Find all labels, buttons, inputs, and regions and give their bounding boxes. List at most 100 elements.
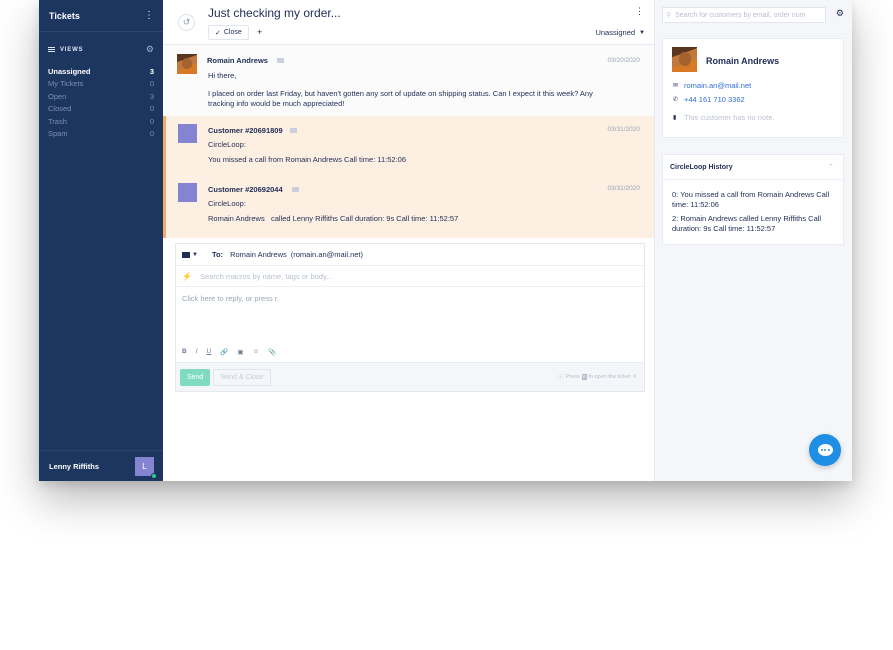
online-status-icon	[151, 472, 157, 479]
views-list: Unassigned 3 My Tickets 0 Open 3 Closed …	[39, 65, 163, 140]
customer-note[interactable]: This customer has no note.	[684, 113, 774, 122]
ticket-menu-icon[interactable]: ⋮	[635, 6, 644, 17]
email-source-icon	[277, 58, 284, 63]
image-icon[interactable]: ▣	[237, 348, 243, 356]
send-button[interactable]: Send	[180, 369, 210, 386]
add-tag-button[interactable]: +	[257, 27, 262, 37]
view-label: Spam	[48, 129, 68, 139]
message-body: I placed on order last Friday, but haven…	[208, 89, 593, 108]
hint-key: o	[581, 374, 587, 380]
list-icon	[48, 46, 55, 53]
view-count: 0	[149, 116, 154, 126]
view-label: Open	[48, 91, 67, 101]
reply-actions: Send Send & Close ⓘ Press o to open the …	[176, 362, 644, 391]
views-settings-icon[interactable]: ⚙	[146, 44, 154, 55]
underline-icon[interactable]: U	[207, 348, 212, 356]
recipient-email[interactable]: (romain.an@mail.net)	[291, 250, 363, 259]
recipient-row: ▼ To: Romain Andrews (romain.an@mail.net…	[176, 244, 644, 266]
customer-search-input[interactable]: ⚲ Search for customers by email, order n…	[662, 7, 826, 23]
envelope-icon	[182, 251, 190, 258]
message-greeting: Hi there,	[208, 71, 237, 80]
view-item-my-tickets[interactable]: My Tickets 0	[39, 78, 163, 91]
agent-footer: Lenny Riffiths L	[39, 450, 163, 481]
formatting-toolbar: B I U 🔗 ▣ ☺ 📎	[182, 348, 276, 356]
phone-source-icon	[290, 128, 297, 133]
view-count: 3	[149, 91, 154, 101]
customer-phone[interactable]: +44 161 710 3362	[684, 95, 745, 104]
history-item: 0: You missed a call from Romain Andrews…	[672, 190, 830, 209]
view-item-spam[interactable]: Spam 0	[39, 128, 163, 141]
italic-icon[interactable]: I	[196, 348, 198, 356]
panel-settings-icon[interactable]: ⚙	[836, 8, 844, 19]
view-item-trash[interactable]: Trash 0	[39, 115, 163, 128]
customer-card: Romain Andrews ✉ romain.an@mail.net ✆ +4…	[662, 38, 844, 138]
link-icon[interactable]: 🔗	[220, 348, 228, 356]
chat-icon[interactable]	[809, 434, 841, 466]
view-label: Trash	[48, 116, 67, 126]
message-author[interactable]: Customer #20692044	[208, 185, 283, 194]
views-header: VIEWS ⚙	[39, 44, 163, 55]
assignee-dropdown[interactable]: Unassigned ▼	[595, 28, 645, 37]
customer-email-row: ✉ romain.an@mail.net	[673, 81, 751, 90]
hint-suffix: to open the ticket	[588, 374, 631, 380]
macro-search[interactable]: ⚡ Search macros by name, tags or body...	[176, 266, 644, 287]
history-title: CircleLoop History	[670, 163, 733, 171]
sidebar-header: Tickets ⋮	[39, 0, 163, 32]
close-icon[interactable]: ✕	[632, 374, 637, 380]
views-label: VIEWS	[60, 46, 84, 53]
agent-avatar[interactable]: L	[135, 456, 157, 479]
reply-composer: ▼ To: Romain Andrews (romain.an@mail.net…	[175, 243, 645, 392]
helpdesk-app: Tickets ⋮ VIEWS ⚙ Unassigned 3 My Ticket…	[39, 0, 852, 481]
sidebar: Tickets ⋮ VIEWS ⚙ Unassigned 3 My Ticket…	[39, 0, 163, 481]
close-label: Close	[223, 29, 242, 36]
customer-note-row: ▮ This customer has no note.	[673, 113, 774, 122]
customer-email[interactable]: romain.an@mail.net	[684, 81, 751, 90]
check-icon: ✓	[215, 29, 221, 37]
ticket-view: ↺ Just checking my order... ⋮ ✓ Close + …	[163, 0, 655, 481]
view-count: 3	[149, 66, 154, 76]
chevron-down-icon: ▼	[639, 29, 645, 36]
history-icon[interactable]: ↺	[178, 14, 195, 31]
view-item-unassigned[interactable]: Unassigned 3	[39, 65, 163, 78]
message-body: You missed a call from Romain Andrews Ca…	[208, 155, 407, 164]
ticket-title[interactable]: Just checking my order...	[208, 6, 341, 20]
send-and-close-button[interactable]: Send & Close	[213, 369, 271, 386]
close-ticket-button[interactable]: ✓ Close	[208, 25, 249, 40]
history-header[interactable]: CircleLoop History ⌃	[663, 155, 843, 180]
message-source: CircleLoop:	[208, 199, 246, 208]
message-item: Romain Andrews 03/20/2020 Hi there, I pl…	[163, 45, 654, 116]
agent-name: Lenny Riffiths	[49, 461, 99, 471]
message-author[interactable]: Romain Andrews	[207, 56, 268, 65]
reply-editor[interactable]: Click here to reply, or press r. B I U 🔗…	[176, 287, 644, 362]
macro-search-placeholder: Search macros by name, tags or body...	[200, 271, 333, 281]
message-group-highlighted: Customer #20691809 03/31/2020 CircleLoop…	[163, 116, 654, 238]
customer-search-placeholder: Search for customers by email, order num	[675, 11, 806, 19]
message-author[interactable]: Customer #20691809	[208, 126, 283, 135]
envelope-icon: ✉	[673, 83, 679, 89]
view-item-closed[interactable]: Closed 0	[39, 103, 163, 116]
message-date: 03/20/2020	[607, 57, 640, 64]
sidebar-title: Tickets	[49, 10, 80, 21]
phone-source-icon	[292, 187, 299, 192]
view-item-open[interactable]: Open 3	[39, 90, 163, 103]
recipient-name[interactable]: Romain Andrews	[230, 250, 287, 259]
to-label: To:	[211, 250, 224, 259]
reply-placeholder: Click here to reply, or press r.	[182, 294, 279, 303]
phone-icon: ✆	[673, 97, 679, 103]
view-count: 0	[149, 129, 154, 139]
keyboard-hint: ⓘ Press o to open the ticket ✕	[558, 373, 637, 381]
attachment-icon[interactable]: 📎	[268, 348, 276, 356]
emoji-icon[interactable]: ☺	[252, 348, 259, 356]
channel-selector[interactable]: ▼	[182, 251, 198, 258]
customer-avatar	[178, 124, 197, 143]
message-body: Romain Andrews called Lenny Riffiths Cal…	[208, 214, 459, 223]
hint-prefix: Press	[565, 374, 580, 380]
bold-icon[interactable]: B	[182, 348, 187, 356]
customer-photo	[672, 47, 697, 72]
customer-name[interactable]: Romain Andrews	[706, 56, 779, 66]
info-icon: ⓘ	[558, 375, 564, 381]
customer-avatar	[178, 183, 197, 202]
history-item: 2: Romain Andrews called Lenny Riffiths …	[672, 214, 822, 233]
view-count: 0	[149, 104, 154, 114]
sidebar-menu-icon[interactable]: ⋮	[144, 10, 154, 21]
